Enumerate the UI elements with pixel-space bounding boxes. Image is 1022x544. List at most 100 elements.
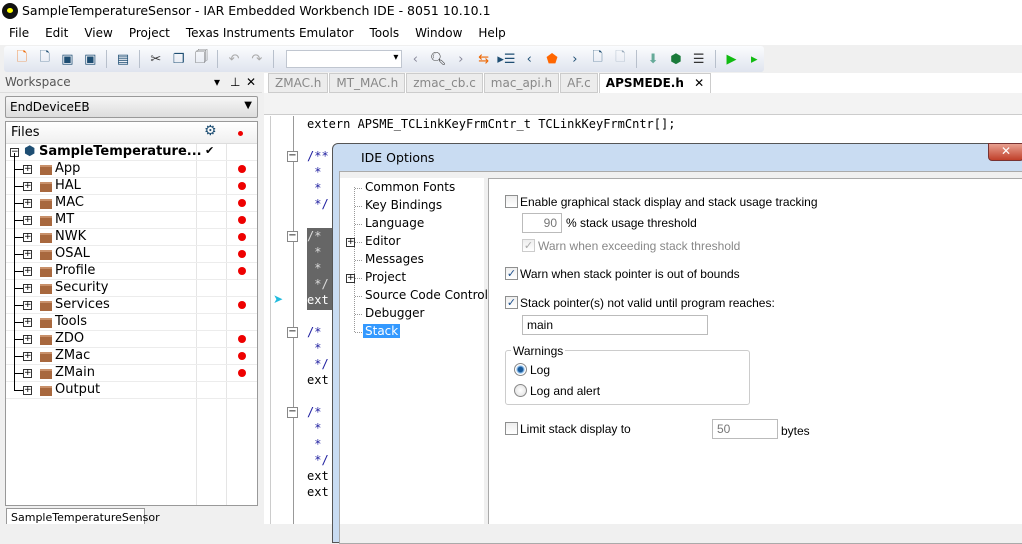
close-icon[interactable]: ✕ — [246, 75, 256, 89]
close-button[interactable]: ✕ — [988, 143, 1022, 161]
expand-icon[interactable]: + — [23, 386, 32, 395]
options-category-debugger[interactable]: Debugger — [363, 306, 426, 320]
next-bookmark-icon[interactable]: 🗋 — [610, 50, 630, 68]
menu-tools[interactable]: Tools — [361, 22, 407, 45]
forward-icon[interactable]: › — [451, 50, 471, 68]
back-icon[interactable]: ‹ — [405, 50, 425, 68]
expand-icon[interactable]: + — [23, 250, 32, 259]
warn-out-of-bounds-checkbox[interactable]: ✓ — [505, 267, 518, 280]
tree-item-nwk[interactable]: + NWK — [6, 221, 257, 246]
open-file-icon[interactable]: 🗋 — [35, 50, 55, 68]
expand-icon[interactable]: + — [23, 352, 32, 361]
indent-icon[interactable]: ▸☰ — [497, 50, 517, 68]
expand-icon[interactable]: + — [23, 267, 32, 276]
menu-help[interactable]: Help — [469, 22, 512, 45]
find-icon[interactable]: 🔍︎ — [428, 50, 448, 68]
tab-af-c[interactable]: AF.c — [560, 73, 598, 93]
expand-icon[interactable]: + — [23, 165, 32, 174]
fold-icon[interactable]: − — [287, 327, 298, 338]
bookmark-icon[interactable]: ⬟ — [542, 50, 562, 68]
download-icon[interactable]: ⬇ — [643, 50, 663, 68]
options-category-key-bindings[interactable]: Key Bindings — [363, 198, 444, 212]
expand-icon[interactable]: + — [23, 335, 32, 344]
search-combo[interactable] — [285, 50, 403, 68]
options-category-stack[interactable]: Stack — [363, 324, 401, 338]
run-icon[interactable]: ▸ — [744, 50, 764, 68]
expand-icon[interactable]: + — [346, 274, 355, 283]
tree-item-zdo[interactable]: + ZDO — [6, 323, 257, 348]
tree-item-security[interactable]: + Security — [6, 272, 257, 297]
new-file-icon[interactable]: 🗋 — [12, 50, 32, 68]
tree-item-hal[interactable]: + HAL — [6, 170, 257, 195]
expand-icon[interactable]: + — [23, 301, 32, 310]
menu-ti-emulator[interactable]: Texas Instruments Emulator — [177, 22, 361, 45]
menu-edit[interactable]: Edit — [36, 22, 75, 45]
close-tab-icon[interactable]: ✕ — [694, 76, 704, 90]
expand-icon[interactable]: + — [23, 182, 32, 191]
save-icon[interactable]: ▣ — [58, 50, 78, 68]
undo-icon[interactable]: ↶ — [224, 50, 244, 68]
fold-icon[interactable]: − — [287, 151, 298, 162]
tab-zmac-cb-c[interactable]: zmac_cb.c — [406, 73, 483, 93]
tab-apsmede-h[interactable]: APSMEDE.h ✕ — [598, 73, 712, 93]
expand-icon[interactable]: + — [23, 284, 32, 293]
tree-item-output[interactable]: + Output — [6, 365, 257, 399]
options-category-editor[interactable]: Editor — [363, 234, 403, 248]
options-category-common-fonts[interactable]: Common Fonts — [363, 180, 457, 194]
pin-icon[interactable]: ⊥ — [230, 75, 240, 89]
next-icon[interactable]: › — [565, 50, 585, 68]
prev-bookmark-icon[interactable]: 🗋 — [588, 50, 608, 68]
paste-icon[interactable]: 🗍 — [191, 50, 211, 68]
menu-file[interactable]: File — [0, 22, 36, 45]
workspace-tab[interactable]: SampleTemperatureSensor — [6, 508, 160, 524]
tab-zmac-h[interactable]: ZMAC.h — [268, 73, 329, 93]
expand-icon[interactable]: + — [23, 369, 32, 378]
download-debug-icon[interactable]: ⬢ — [666, 50, 686, 68]
configuration-select[interactable]: EndDeviceEB ▼ — [5, 96, 258, 118]
tree-root[interactable]: − ⬢ SampleTemperature... ✔ — [6, 144, 257, 161]
not-valid-until-checkbox[interactable]: ✓ — [505, 296, 518, 309]
log-and-alert-radio[interactable] — [514, 384, 527, 397]
tree-item-mt[interactable]: + MT — [6, 204, 257, 229]
warn-exceeding-checkbox[interactable]: ✓ — [522, 239, 535, 252]
tree-item-profile[interactable]: + Profile — [6, 255, 257, 280]
expand-icon[interactable]: + — [23, 233, 32, 242]
menu-project[interactable]: Project — [120, 22, 177, 45]
breakpoint-icon[interactable]: ☰ — [689, 50, 709, 68]
limit-value-input[interactable]: 50 — [712, 419, 778, 439]
tree-item-zmac[interactable]: + ZMac — [6, 340, 257, 365]
limit-stack-checkbox[interactable] — [505, 422, 518, 435]
expand-icon[interactable]: + — [346, 238, 355, 247]
debug-icon[interactable]: ▶ — [722, 50, 742, 68]
log-radio[interactable] — [514, 363, 527, 376]
tree-item-app[interactable]: + App — [6, 153, 257, 178]
tree-item-mac[interactable]: + MAC — [6, 187, 257, 212]
tab-mac-api-h[interactable]: mac_api.h — [483, 73, 560, 93]
options-category-language[interactable]: Language — [363, 216, 426, 230]
tree-item-zmain[interactable]: + ZMain — [6, 357, 257, 382]
options-category-messages[interactable]: Messages — [363, 252, 426, 266]
tree-item-tools[interactable]: + Tools — [6, 306, 257, 331]
redo-icon[interactable]: ↷ — [247, 50, 267, 68]
menu-window[interactable]: Window — [406, 22, 469, 45]
tab-mt-mac-h[interactable]: MT_MAC.h — [329, 73, 406, 93]
expand-icon[interactable]: + — [23, 318, 32, 327]
menu-view[interactable]: View — [75, 22, 119, 45]
expand-icon[interactable]: + — [23, 199, 32, 208]
tree-item-services[interactable]: + Services — [6, 289, 257, 314]
fold-icon[interactable]: − — [287, 231, 298, 242]
options-category-source-code-control[interactable]: Source Code Control — [363, 288, 490, 302]
fold-icon[interactable]: − — [287, 407, 298, 418]
toggle-icon[interactable]: ⇆ — [474, 50, 494, 68]
expand-icon[interactable]: + — [23, 216, 32, 225]
save-all-icon[interactable]: ▣ — [80, 50, 100, 68]
options-category-project[interactable]: Project — [363, 270, 408, 284]
tree-item-osal[interactable]: + OSAL — [6, 238, 257, 263]
print-icon[interactable]: ▤ — [113, 50, 133, 68]
dropdown-icon[interactable]: ▾ — [214, 75, 220, 89]
program-point-input[interactable]: main — [522, 315, 708, 335]
cut-icon[interactable]: ✂ — [146, 50, 166, 68]
threshold-input[interactable]: 90 — [522, 213, 562, 233]
copy-icon[interactable]: ❐ — [169, 50, 189, 68]
enable-graphical-checkbox[interactable] — [505, 195, 518, 208]
